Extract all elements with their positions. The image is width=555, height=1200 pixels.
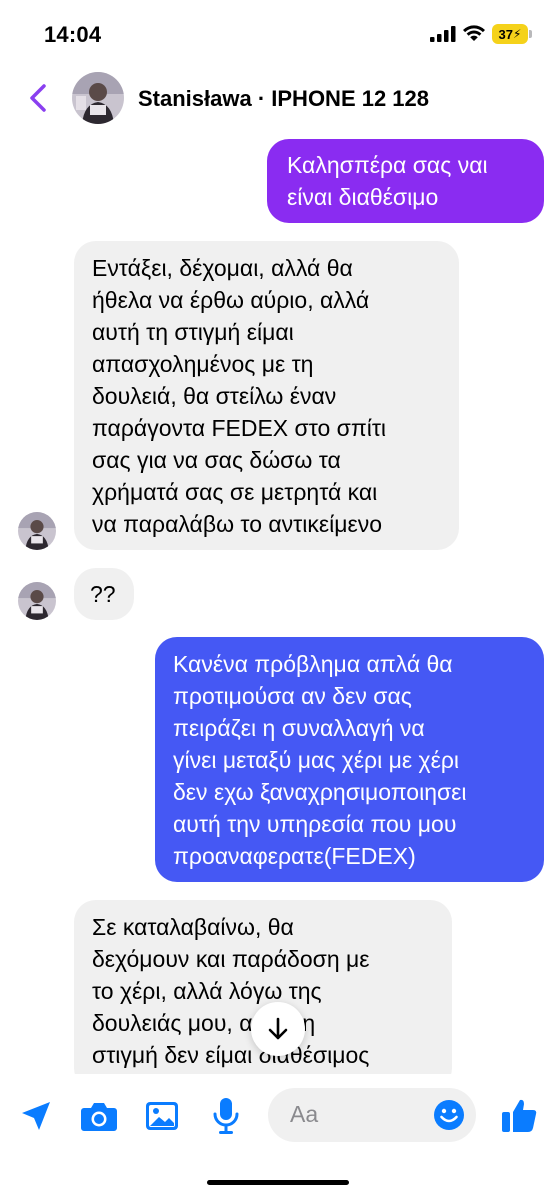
wifi-icon [463,25,485,41]
emoji-button[interactable] [432,1098,466,1132]
microphone-button[interactable] [206,1094,246,1138]
send-location-button[interactable] [16,1096,56,1136]
cellular-signal-icon [430,26,456,42]
message-composer: Aa [0,1074,555,1200]
battery-tip [529,30,532,38]
message-line: σας για να σας δώσω τα [92,447,341,473]
location-arrow-icon [22,1102,50,1130]
message-line: χρήματά σας σε μετρητά και [92,479,378,505]
contact-title[interactable]: Stanisława · IPHONE 12 128 [138,86,429,112]
incoming-message[interactable]: Εντάξει, δέχομαι, αλλά θα ήθελα να έρθω … [74,241,459,550]
message-line: είναι διαθέσιμο [287,184,439,210]
outgoing-message[interactable]: Κανένα πρόβλημα απλά θα προτιμούσα αν δε… [155,637,544,882]
message-line: πειράζει η συναλλαγή να [173,715,425,741]
message-line: προτιμούσα αν δεν σας [173,683,412,709]
arrow-down-icon [268,1017,288,1040]
sender-avatar[interactable] [18,512,56,550]
message-line: δεχόμουν και παράδοση με [92,946,370,972]
status-bar: 14:04 37 ⚡ [0,0,555,68]
camera-button[interactable] [78,1096,120,1136]
like-button[interactable] [498,1094,540,1138]
message-line: Εντάξει, δέχομαι, αλλά θα [92,255,353,281]
incoming-message[interactable]: Σε καταλαβαίνω, θα δεχόμουν και παράδοση… [74,900,452,1090]
message-line: αυτή την υπηρεσία που μου [173,811,457,837]
gallery-button[interactable] [142,1096,182,1136]
message-line: να παραλάβω το αντικείμενο [92,511,383,537]
charging-bolt-icon: ⚡ [513,27,522,41]
contact-avatar[interactable] [72,72,124,124]
sender-photo [18,512,56,550]
message-line: ?? [90,581,116,607]
message-line: δεν εχω ξαναχρησιμοποιησει [173,779,467,805]
sender-avatar[interactable] [18,582,56,620]
incoming-message[interactable]: ?? [74,568,134,620]
message-line: Καλησπέρα σας ναι [287,152,488,178]
battery-level: 37 [498,26,514,42]
message-line: γίνει μεταξύ μας χέρι με χέρι [173,747,460,773]
camera-icon [81,1103,117,1131]
image-icon [146,1102,178,1130]
message-line: δουλειά, θα στείλω έναν [92,383,337,409]
message-line: ήθελα να έρθω αύριο, αλλά [92,287,370,313]
message-line: απασχολημένος με τη [92,351,314,377]
conversation-header: Stanisława · IPHONE 12 128 [0,68,555,132]
status-time: 14:04 [44,22,102,47]
sender-photo [18,582,56,620]
message-line: το χέρι, αλλά λόγω της [92,978,322,1004]
message-line: παράγοντα FEDEX στο σπίτι [92,415,387,441]
scroll-to-bottom-button[interactable] [251,1002,305,1056]
back-button[interactable] [20,78,56,118]
microphone-icon [213,1098,239,1134]
outgoing-message[interactable]: Καλησπέρα σας ναι είναι διαθέσιμο [267,139,544,223]
thumbs-up-icon [502,1099,537,1132]
message-line: αυτή τη στιγμή είμαι [92,319,294,345]
home-indicator [207,1180,349,1185]
chevron-left-icon [30,84,46,112]
message-line: Κανένα πρόβλημα απλά θα [173,651,453,677]
emoji-icon [434,1100,464,1130]
message-line: προαναφερατε(FEDEX) [173,843,416,869]
message-line: Σε καταλαβαίνω, θα [92,914,294,940]
battery-indicator: 37 ⚡ [492,24,528,44]
message-input-placeholder: Aa [290,1101,319,1127]
message-input[interactable]: Aa [268,1088,476,1142]
contact-photo [72,72,124,124]
